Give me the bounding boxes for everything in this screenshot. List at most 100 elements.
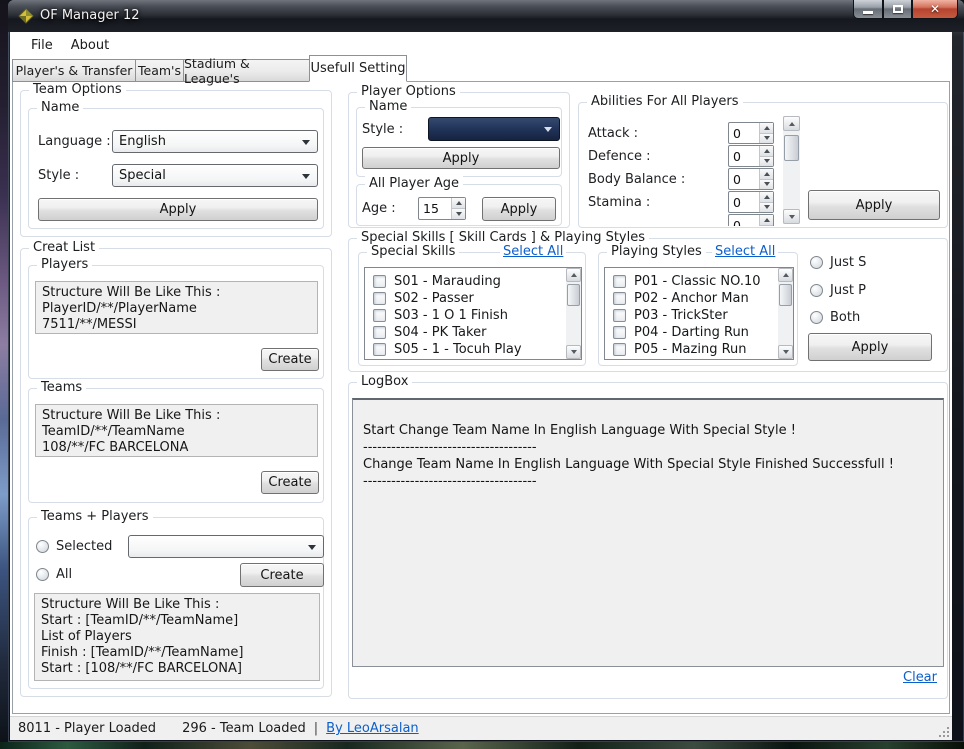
players-structure-box[interactable]: Structure Will Be Like This : PlayerID/*…	[35, 281, 318, 334]
selected-radio[interactable]	[36, 540, 49, 553]
close-button[interactable]: ✕	[912, 0, 958, 19]
log-textarea[interactable]: Start Change Team Name In English Langua…	[352, 398, 944, 667]
tab-teams[interactable]: Team's	[135, 59, 184, 82]
spinner-down-icon[interactable]	[760, 226, 773, 227]
team-style-combobox[interactable]: Special	[112, 164, 318, 187]
all-radio[interactable]	[36, 568, 49, 581]
tab-stadium-leagues[interactable]: Stadium & League's	[183, 59, 310, 82]
list-item[interactable]: S04 - PK Taker	[365, 324, 581, 341]
attack-spinner[interactable]: 0	[728, 122, 774, 144]
checkbox[interactable]	[613, 309, 626, 322]
create-teams-players-button[interactable]: Create	[240, 563, 324, 587]
list-item[interactable]: S01 - Marauding	[365, 273, 581, 290]
age-apply-button[interactable]: Apply	[482, 197, 556, 221]
team-name-apply-button[interactable]: Apply	[38, 198, 318, 221]
spinner-buttons	[451, 198, 465, 219]
resize-grip-icon[interactable]	[938, 726, 950, 738]
spinner-down-icon[interactable]	[760, 180, 773, 190]
scroll-down-icon[interactable]	[566, 345, 581, 359]
group-title: Player Options	[357, 84, 460, 99]
list-item[interactable]: P05 - Mazing Run	[605, 341, 793, 358]
checkbox[interactable]	[613, 275, 626, 288]
teams-players-combobox[interactable]	[128, 535, 324, 558]
list-item[interactable]: P03 - TrickSter	[605, 307, 793, 324]
scroll-up-icon[interactable]	[778, 268, 793, 282]
checkbox[interactable]	[373, 326, 386, 339]
abilities-apply-button[interactable]: Apply	[808, 190, 940, 220]
spinner-up-icon[interactable]	[760, 169, 773, 180]
scrollbar-track[interactable]	[783, 131, 800, 209]
just-s-radio[interactable]	[810, 256, 823, 269]
spinner-down-icon[interactable]	[760, 203, 773, 213]
spinner-up-icon[interactable]	[452, 198, 465, 209]
age-spinner[interactable]: 15	[418, 197, 466, 220]
checkbox[interactable]	[373, 309, 386, 322]
menu-about[interactable]: About	[62, 35, 118, 56]
checkbox[interactable]	[613, 326, 626, 339]
scrollbar-thumb[interactable]	[784, 135, 799, 161]
skills-apply-button[interactable]: Apply	[808, 333, 932, 361]
playing-select-all-link[interactable]: Select All	[712, 244, 778, 259]
scroll-down-icon[interactable]	[783, 209, 800, 224]
playing-styles-scrollbar[interactable]	[778, 268, 793, 359]
playing-styles-list[interactable]: P01 - Classic NO.10 P02 - Anchor Man P03…	[604, 267, 794, 360]
create-teams-button[interactable]: Create	[261, 471, 319, 494]
special-skills-list[interactable]: S01 - Marauding S02 - Passer S03 - 1 O 1…	[364, 267, 582, 360]
scrollbar-thumb[interactable]	[779, 284, 792, 306]
minimize-button[interactable]	[853, 0, 883, 19]
abilities-scrollbar[interactable]	[783, 116, 800, 224]
spinner-up-icon[interactable]	[760, 146, 773, 157]
create-players-button[interactable]: Create	[261, 348, 319, 371]
teams-players-structure-box[interactable]: Structure Will Be Like This : Start : [T…	[34, 593, 320, 681]
credit-link[interactable]: By LeoArsalan	[326, 721, 419, 736]
checkbox[interactable]	[373, 275, 386, 288]
both-radio[interactable]	[810, 311, 823, 324]
clear-log-link[interactable]: Clear	[903, 670, 937, 685]
spinner-up-icon[interactable]	[760, 192, 773, 203]
spinner-buttons	[759, 146, 773, 166]
special-select-all-link[interactable]: Select All	[500, 244, 566, 259]
structure-line: Start : [108/**/FC BARCELONA]	[41, 661, 313, 677]
group-title: Name	[365, 99, 411, 114]
spinner-down-icon[interactable]	[760, 134, 773, 144]
checkbox[interactable]	[373, 343, 386, 356]
just-p-radio[interactable]	[810, 284, 823, 297]
clipped-spinner[interactable]: 0	[728, 214, 774, 226]
list-item[interactable]: S05 - 1 - Tocuh Play	[365, 341, 581, 358]
list-item[interactable]: S02 - Passer	[365, 290, 581, 307]
tab-usefull-setting[interactable]: Usefull Setting	[309, 55, 407, 82]
menu-file[interactable]: File	[22, 35, 62, 56]
scrollbar-track[interactable]	[566, 282, 581, 345]
list-item[interactable]: P01 - Classic NO.10	[605, 273, 793, 290]
skill-item-label: S02 - Passer	[394, 291, 474, 306]
structure-line: PlayerID/**/PlayerName	[42, 301, 311, 317]
maximize-button[interactable]	[883, 0, 912, 19]
skill-item-label: S03 - 1 O 1 Finish	[394, 308, 508, 323]
spinner-up-icon[interactable]	[760, 215, 773, 226]
spinner-down-icon[interactable]	[452, 209, 465, 219]
checkbox[interactable]	[613, 292, 626, 305]
list-item[interactable]: P04 - Darting Run	[605, 324, 793, 341]
scrollbar-thumb[interactable]	[567, 284, 580, 306]
teams-structure-box[interactable]: Structure Will Be Like This : TeamID/**/…	[35, 404, 318, 457]
scroll-up-icon[interactable]	[783, 116, 800, 131]
language-combobox[interactable]: English	[112, 130, 318, 153]
spinner-up-icon[interactable]	[760, 123, 773, 134]
checkbox[interactable]	[613, 343, 626, 356]
scroll-up-icon[interactable]	[566, 268, 581, 282]
checkbox[interactable]	[373, 292, 386, 305]
list-item[interactable]: P02 - Anchor Man	[605, 290, 793, 307]
body-balance-spinner[interactable]: 0	[728, 168, 774, 190]
stamina-spinner[interactable]: 0	[728, 191, 774, 213]
player-style-combobox[interactable]	[428, 117, 560, 141]
title-bar[interactable]: OF Manager 12 ✕	[8, 0, 964, 32]
scrollbar-track[interactable]	[778, 282, 793, 345]
defence-spinner[interactable]: 0	[728, 145, 774, 167]
list-item[interactable]: S03 - 1 O 1 Finish	[365, 307, 581, 324]
tab-players-transfer[interactable]: Player's & Transfer	[12, 59, 136, 82]
player-name-apply-button[interactable]: Apply	[362, 147, 560, 169]
spinner-down-icon[interactable]	[760, 157, 773, 167]
special-skills-scrollbar[interactable]	[566, 268, 581, 359]
style-item-label: P01 - Classic NO.10	[634, 274, 761, 289]
scroll-down-icon[interactable]	[778, 345, 793, 359]
